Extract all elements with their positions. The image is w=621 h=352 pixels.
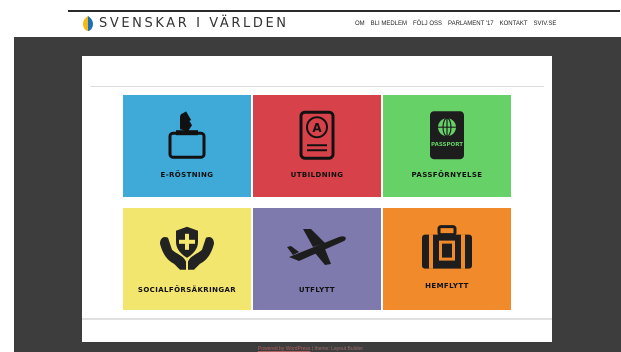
main-nav: OM BLI MEDLEM FÖLJ OSS PARLAMENT '17 KON… xyxy=(355,20,562,28)
tile-hemflytt[interactable]: HEMFLYTT xyxy=(383,208,511,310)
logo-icon[interactable] xyxy=(81,15,95,32)
site-header: SVENSKAR I VÄRLDEN OM BLI MEDLEM FÖLJ OS… xyxy=(0,12,621,37)
nav-item-kontakt[interactable]: KONTAKT xyxy=(500,20,528,28)
site-title[interactable]: SVENSKAR I VÄRLDEN xyxy=(99,16,289,32)
certificate-icon: A xyxy=(253,95,381,165)
nav-item-bli-medlem[interactable]: BLI MEDLEM xyxy=(371,20,407,28)
tile-label: UTBILDNING xyxy=(290,171,344,179)
tile-e-rostning[interactable]: E-RÖSTNING xyxy=(123,95,251,197)
tile-utflytt[interactable]: UTFLYTT xyxy=(253,208,381,310)
tile-label: E-RÖSTNING xyxy=(160,171,214,179)
nav-item-sviv[interactable]: SVIV.SE xyxy=(534,20,557,28)
powered-by-link[interactable]: Powered by WordPress xyxy=(258,346,310,352)
theme-credit: | theme: Layout Builder xyxy=(311,346,364,352)
divider xyxy=(90,86,544,87)
airplane-icon xyxy=(253,208,381,278)
ballot-box-icon xyxy=(123,95,251,165)
tile-label: SOCIALFÖRSÄKRINGAR xyxy=(137,286,237,294)
tile-label: UTFLYTT xyxy=(298,286,336,294)
passport-icon-text: PASSPORT xyxy=(431,142,463,148)
suitcase-icon xyxy=(383,208,511,278)
nav-item-parlament[interactable]: PARLAMENT '17 xyxy=(448,20,494,28)
svg-text:A: A xyxy=(312,121,322,135)
tile-socialforsakringar[interactable]: SOCIALFÖRSÄKRINGAR xyxy=(123,208,251,310)
footer-bar xyxy=(82,318,552,342)
tile-utbildning[interactable]: A UTBILDNING xyxy=(253,95,381,197)
tile-passfornyelse[interactable]: PASSPORT PASSFÖRNYELSE xyxy=(383,95,511,197)
nav-item-om[interactable]: OM xyxy=(355,20,365,28)
nav-item-folj-oss[interactable]: FÖLJ OSS xyxy=(413,20,442,28)
tile-label: PASSFÖRNYELSE xyxy=(411,171,483,179)
passport-icon: PASSPORT xyxy=(383,95,511,165)
shield-hands-icon xyxy=(123,208,251,278)
tile-label: HEMFLYTT xyxy=(425,282,469,290)
footer: Powered by WordPress | theme: Layout Bui… xyxy=(0,346,621,352)
